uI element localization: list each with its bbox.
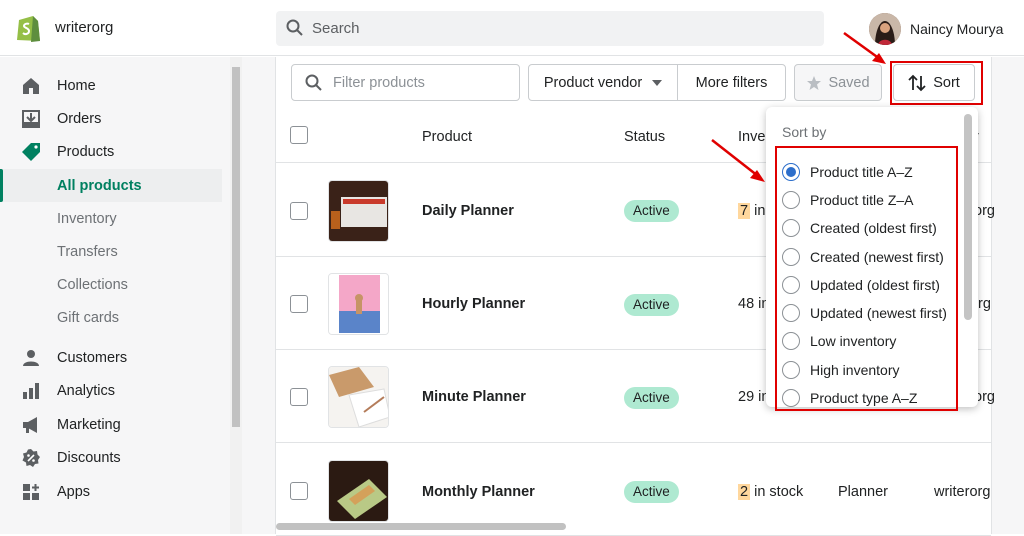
arrow-to-options-line bbox=[711, 139, 759, 177]
annotation-arrows bbox=[711, 31, 886, 182]
arrow-to-sort-line bbox=[843, 31, 881, 61]
